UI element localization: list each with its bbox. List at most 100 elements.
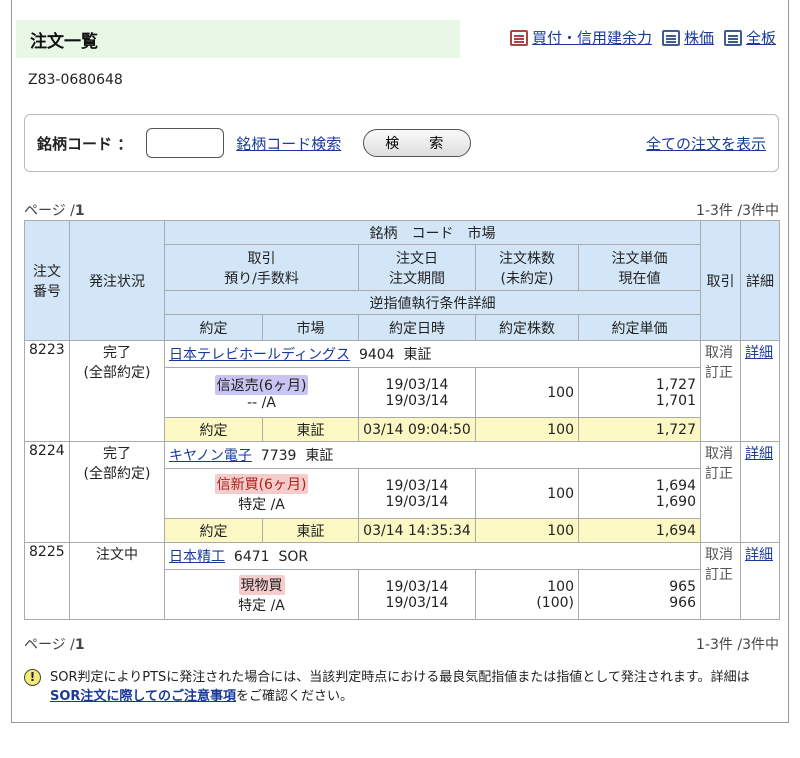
order-qty-cell: 100 xyxy=(475,468,579,519)
page-title: 注文一覧 xyxy=(16,20,460,58)
order-no: 8223 xyxy=(24,340,70,442)
exec-label: 約定 xyxy=(164,417,263,442)
pager-bottom: ページ /1 1-3件 /3件中 xyxy=(24,634,779,654)
buying-power-link[interactable]: 買付・信用建余力 xyxy=(509,27,652,48)
exec-qty: 100 xyxy=(475,417,579,442)
order-no: 8225 xyxy=(24,542,70,620)
order-status: 完了 (全部約定) xyxy=(69,441,165,543)
order-qty-cell: 100 xyxy=(475,367,579,418)
exec-price: 1,727 xyxy=(578,417,701,442)
cancel-correct-cell: 取消 訂正 xyxy=(700,340,741,442)
buying-power-label[interactable]: 買付・信用建余力 xyxy=(532,27,652,48)
header-trade: 取引 預り/手数料 xyxy=(164,244,359,291)
calculator-icon xyxy=(509,29,528,46)
header-order-date: 注文日 注文期間 xyxy=(358,244,476,291)
header-stock-code-market: 銘柄 コード 市場 xyxy=(164,220,701,245)
exclamation-icon: ! xyxy=(24,669,41,686)
cancel-link[interactable]: 取消 xyxy=(705,342,736,362)
order-date-cell: 19/03/14 19/03/14 xyxy=(358,367,476,418)
price-label[interactable]: 株価 xyxy=(684,27,714,48)
detail-link[interactable]: 詳細 xyxy=(745,547,773,563)
header-exec-datetime: 約定日時 xyxy=(358,314,476,341)
detail-cell: 詳細 xyxy=(740,542,780,620)
deposit-type: 特定 /A xyxy=(238,597,285,614)
page-indicator: ページ /1 xyxy=(24,203,85,219)
deposit-type: -- /A xyxy=(247,394,276,411)
trade-type: 現物買 xyxy=(238,574,285,595)
table-row: 8223 完了 (全部約定) 日本テレビホールディングス 9404 東証 取消 訂… xyxy=(24,340,780,442)
stock-name-link[interactable]: 日本精工 xyxy=(169,549,225,565)
header-order-qty: 注文株数 (未約定) xyxy=(475,244,579,291)
stock-market: SOR xyxy=(278,549,309,565)
trade-cell: 現物買 特定 /A xyxy=(164,569,359,620)
trade-cell: 信新買(6ヶ月) 特定 /A xyxy=(164,468,359,519)
header-order-no: 注文 番号 xyxy=(24,220,70,341)
document-icon xyxy=(723,29,742,46)
header-detail: 詳細 xyxy=(740,220,780,341)
notice-text: SOR判定によりPTSに発注された場合には、当該判定時点における最良気配指値また… xyxy=(50,670,750,685)
order-status: 完了 (全部約定) xyxy=(69,340,165,442)
detail-cell: 詳細 xyxy=(740,340,780,442)
stock-market: 東証 xyxy=(305,448,334,464)
header-stop-condition: 逆指値執行条件詳細 xyxy=(164,290,701,315)
stock-cell: 日本テレビホールディングス 9404 東証 xyxy=(164,340,701,368)
detail-link[interactable]: 詳細 xyxy=(745,446,773,462)
correct-link[interactable]: 訂正 xyxy=(705,362,736,382)
exec-market: 東証 xyxy=(262,417,359,442)
code-search-link[interactable]: 銘柄コード検索 xyxy=(236,133,341,154)
stock-cell: 日本精工 6471 SOR xyxy=(164,542,701,570)
cancel-correct-cell: 取消 訂正 xyxy=(700,542,741,620)
stock-name-link[interactable]: キヤノン電子 xyxy=(169,448,252,464)
cancel-link[interactable]: 取消 xyxy=(705,544,736,564)
order-price-cell: 1,727 1,701 xyxy=(578,367,701,418)
header-cancel: 取引 xyxy=(700,220,741,341)
account-id: Z83-0680648 xyxy=(28,72,123,88)
pager-top: ページ /1 1-3件 /3件中 xyxy=(24,200,779,220)
sor-caution-link[interactable]: SOR注文に際してのご注意事項 xyxy=(50,689,236,704)
exec-label: 約定 xyxy=(164,518,263,543)
cancel-link[interactable]: 取消 xyxy=(705,443,736,463)
trade-type: 信返売(6ヶ月) xyxy=(214,374,309,395)
order-price-cell: 965 966 xyxy=(578,569,701,620)
exec-market: 東証 xyxy=(262,518,359,543)
detail-cell: 詳細 xyxy=(740,441,780,543)
document-icon xyxy=(661,29,680,46)
stock-code: 6471 xyxy=(233,549,270,565)
exec-datetime: 03/14 09:04:50 xyxy=(358,417,476,442)
cancel-correct-cell: 取消 訂正 xyxy=(700,441,741,543)
price-link[interactable]: 株価 xyxy=(661,27,714,48)
orders-table: 注文 番号 発注状況 銘柄 コード 市場 取引 詳細 取引 預り/手数料 注文日注… xyxy=(24,220,780,620)
result-count: 1-3件 /3件中 xyxy=(696,203,779,219)
header-exec-qty: 約定株数 xyxy=(475,314,579,341)
header-market: 市場 xyxy=(262,314,359,341)
trade-cell: 信返売(6ヶ月) -- /A xyxy=(164,367,359,418)
stock-market: 東証 xyxy=(403,347,432,363)
correct-link[interactable]: 訂正 xyxy=(705,564,736,584)
stock-name-link[interactable]: 日本テレビホールディングス xyxy=(169,347,350,363)
deposit-type: 特定 /A xyxy=(238,496,285,513)
stock-code-label: 銘柄コード ： xyxy=(37,134,133,153)
exec-datetime: 03/14 14:35:34 xyxy=(358,518,476,543)
order-status: 注文中 xyxy=(69,542,165,620)
exec-qty: 100 xyxy=(475,518,579,543)
notice-text-end: をご確認ください。 xyxy=(236,689,354,704)
show-all-orders-link[interactable]: 全ての注文を表示 xyxy=(646,133,766,154)
stock-code: 7739 xyxy=(260,448,297,464)
search-panel: 銘柄コード ： 銘柄コード検索 検 索 全ての注文を表示 xyxy=(24,114,779,172)
search-button[interactable]: 検 索 xyxy=(363,129,472,157)
header-exec-price: 約定単価 xyxy=(578,314,701,341)
order-no: 8224 xyxy=(24,441,70,543)
order-date-cell: 19/03/14 19/03/14 xyxy=(358,468,476,519)
result-count: 1-3件 /3件中 xyxy=(696,637,779,653)
trade-type: 信新買(6ヶ月) xyxy=(214,473,309,494)
stock-code-input[interactable] xyxy=(146,128,225,158)
detail-link[interactable]: 詳細 xyxy=(745,345,773,361)
header-order-price: 注文単価 現在値 xyxy=(578,244,701,291)
table-row: 8225 注文中 日本精工 6471 SOR 取消 訂正 詳細 xyxy=(24,542,780,620)
table-row: 8224 完了 (全部約定) キヤノン電子 7739 東証 取消 訂正 詳細 xyxy=(24,441,780,543)
order-qty-cell: 100 (100) xyxy=(475,569,579,620)
order-price-cell: 1,694 1,690 xyxy=(578,468,701,519)
full-board-label[interactable]: 全板 xyxy=(746,27,776,48)
full-board-link[interactable]: 全板 xyxy=(723,27,776,48)
correct-link[interactable]: 訂正 xyxy=(705,463,736,483)
